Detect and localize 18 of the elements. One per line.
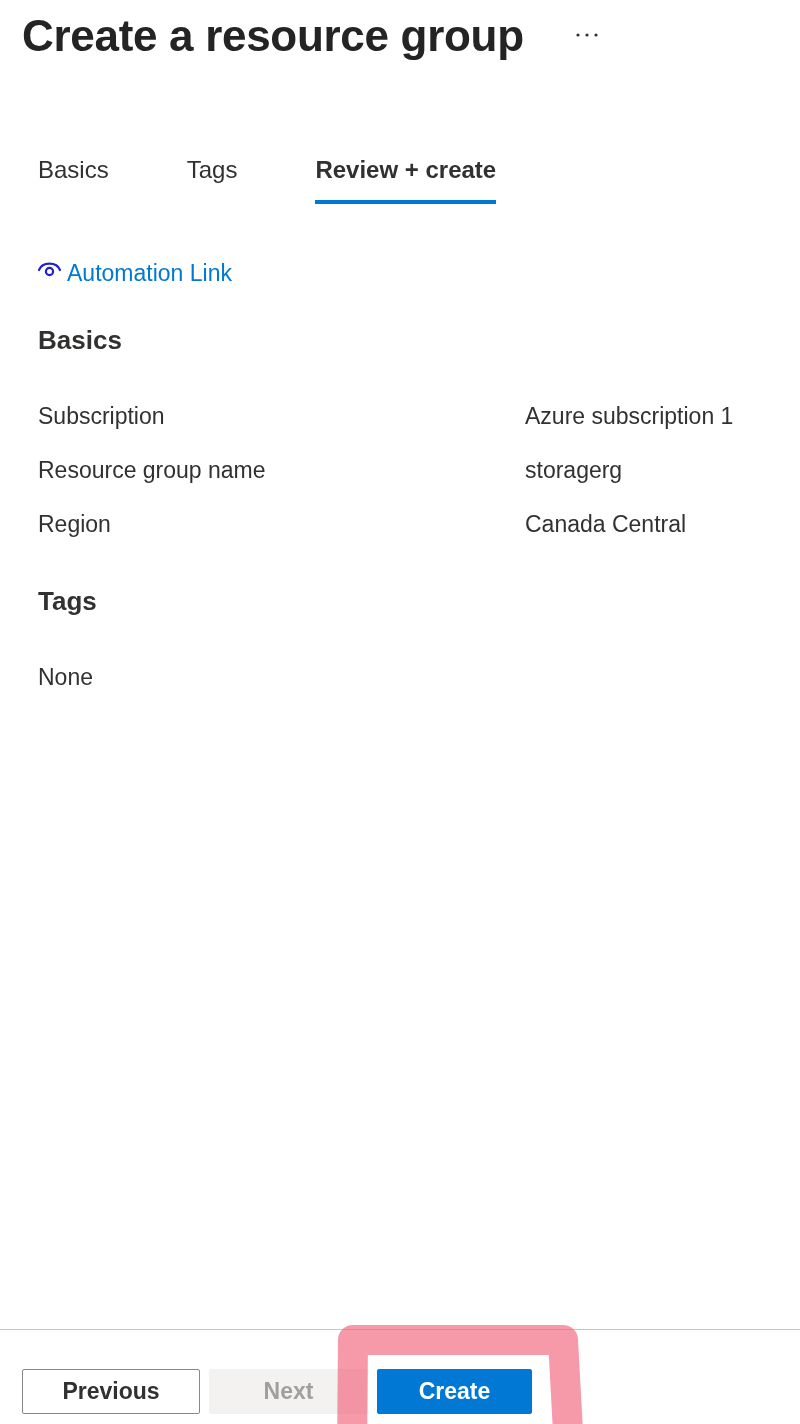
- field-label: Region: [38, 510, 111, 539]
- tab[interactable]: Review + create: [315, 155, 497, 204]
- footer-button[interactable]: Create: [377, 1369, 532, 1414]
- section-heading: Tags: [38, 585, 97, 617]
- tab[interactable]: Basics: [38, 155, 109, 204]
- tab[interactable]: Tags: [186, 155, 238, 204]
- section-heading: Basics: [38, 324, 122, 356]
- eye-icon: [37, 261, 62, 277]
- field-value: storagerg: [525, 456, 623, 485]
- field-value: Canada Central: [525, 510, 687, 539]
- more-icon[interactable]: [575, 33, 598, 37]
- section-text: None: [38, 663, 93, 692]
- field-label: Subscription: [38, 402, 165, 431]
- field-label: Resource group name: [38, 456, 266, 485]
- field-value: Azure subscription 1: [525, 402, 734, 431]
- automation-link[interactable]: Automation Link: [37, 258, 232, 288]
- page-title: Create a resource group: [22, 13, 524, 59]
- footer-button[interactable]: Previous: [22, 1369, 200, 1414]
